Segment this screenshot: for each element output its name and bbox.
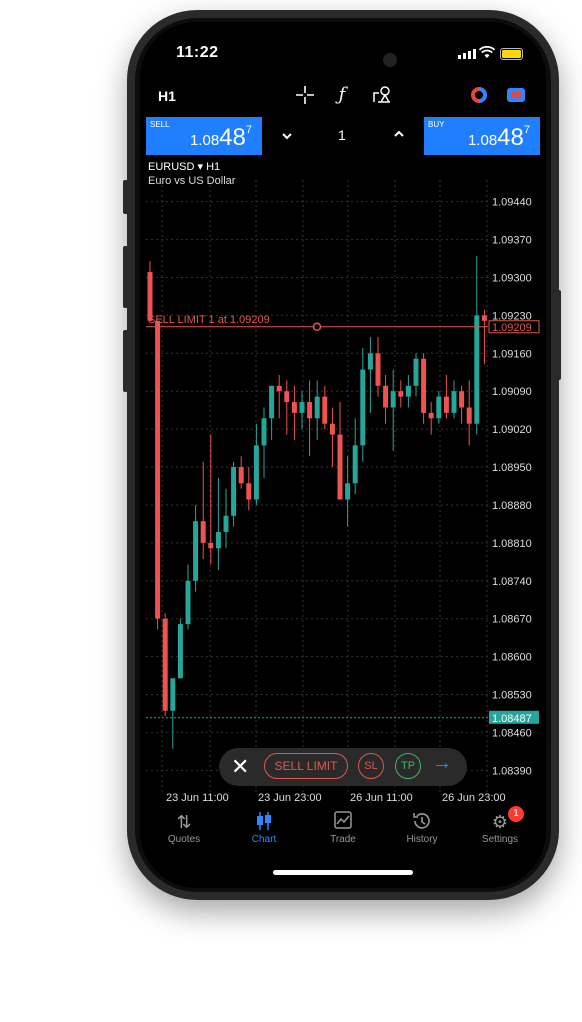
y-tick-label: 1.08530 xyxy=(492,690,532,702)
current-price-label: 1.08487 xyxy=(492,713,532,725)
candle-body xyxy=(253,445,259,500)
bottom-tab-bar: ⇅ Quotes Chart Trade History ⚙ Settings … xyxy=(140,806,546,870)
y-tick-label: 1.08670 xyxy=(492,614,532,626)
take-profit-button[interactable]: TP xyxy=(395,753,421,779)
home-indicator xyxy=(273,870,413,875)
history-clock-icon xyxy=(382,810,462,834)
candle-body xyxy=(238,467,244,484)
volume-down-button xyxy=(123,330,128,392)
y-tick-label: 1.09020 xyxy=(492,424,532,436)
candle-body xyxy=(155,320,161,619)
tab-label: Quotes xyxy=(167,834,201,845)
tab-label: History xyxy=(406,834,438,845)
arrow-right-icon[interactable]: → xyxy=(432,752,452,775)
order-line-label: SELL LIMIT 1 at 1.09209 xyxy=(148,314,270,326)
order-action-pill: ✕ SELL LIMIT SL TP → xyxy=(219,748,467,786)
order-price-label: 1.09209 xyxy=(492,322,532,334)
candle-body xyxy=(231,467,237,516)
y-tick-label: 1.08810 xyxy=(492,538,532,550)
candle-body xyxy=(398,391,404,397)
candle-body xyxy=(170,678,176,711)
candle-body xyxy=(269,385,275,419)
y-tick-label: 1.08880 xyxy=(492,500,532,512)
quotes-arrows-icon: ⇅ xyxy=(176,812,192,832)
candle-body xyxy=(405,385,411,397)
y-tick-label: 1.09370 xyxy=(492,235,532,247)
candle-body xyxy=(329,423,335,435)
candle-body xyxy=(162,618,168,711)
candle-body xyxy=(208,542,214,549)
candle-body xyxy=(314,396,320,419)
candle-body xyxy=(246,483,252,500)
sell-limit-button[interactable]: SELL LIMIT xyxy=(264,753,348,779)
candle-body xyxy=(223,515,229,533)
candle-body xyxy=(428,412,434,419)
close-order-button[interactable]: ✕ xyxy=(231,754,249,780)
candle-body xyxy=(345,483,351,500)
mute-switch xyxy=(123,180,128,214)
candle-body xyxy=(299,402,305,413)
candle-body xyxy=(177,624,183,679)
x-tick-label: 26 Jun 11:00 xyxy=(350,792,413,804)
candle-body xyxy=(421,358,427,413)
candle-body xyxy=(474,315,480,424)
candle-body xyxy=(337,434,343,500)
candle-body xyxy=(193,521,199,581)
candle-body xyxy=(291,402,297,413)
x-tick-label: 23 Jun 23:00 xyxy=(258,792,322,804)
candle-body xyxy=(307,402,313,419)
y-tick-label: 1.09300 xyxy=(492,272,532,284)
y-tick-label: 1.08460 xyxy=(492,727,532,739)
tab-trade[interactable]: Trade xyxy=(303,810,383,845)
candle-body xyxy=(383,385,389,408)
app-screen: 11:22 H1 ƒ SELL 1.08487 1 BUY 1.08487 EU… xyxy=(140,22,546,888)
tab-label: Chart xyxy=(251,834,277,845)
tab-label: Settings xyxy=(481,834,519,845)
volume-up-button xyxy=(123,246,128,308)
candle-body xyxy=(466,407,472,424)
y-tick-label: 1.08740 xyxy=(492,576,532,588)
y-tick-label: 1.08390 xyxy=(492,765,532,777)
candle-body xyxy=(443,396,449,413)
candle-body xyxy=(360,369,366,446)
candle-body xyxy=(200,521,206,543)
y-tick-label: 1.09090 xyxy=(492,386,532,398)
x-tick-label: 23 Jun 11:00 xyxy=(166,792,229,804)
notification-badge: 1 xyxy=(508,806,524,822)
y-tick-label: 1.08950 xyxy=(492,462,532,474)
tab-chart[interactable]: Chart xyxy=(224,810,304,845)
candle-body xyxy=(390,391,396,408)
gear-icon: ⚙ xyxy=(491,812,509,832)
power-button xyxy=(556,290,561,380)
y-tick-label: 1.09160 xyxy=(492,348,532,360)
candle-body xyxy=(276,385,282,392)
y-tick-label: 1.08600 xyxy=(492,652,532,664)
candle-body xyxy=(436,396,442,419)
candle-body xyxy=(284,391,290,403)
candle-body xyxy=(352,445,358,484)
order-line-handle xyxy=(312,322,322,332)
candle-body xyxy=(375,353,381,386)
candle-body xyxy=(413,358,419,386)
tab-label: Trade xyxy=(330,834,356,845)
candle-body xyxy=(481,315,487,321)
tab-quotes[interactable]: ⇅ Quotes xyxy=(144,810,224,845)
candle-body xyxy=(261,418,267,446)
candles-icon xyxy=(224,810,304,834)
tab-history[interactable]: History xyxy=(382,810,462,845)
y-tick-label: 1.09440 xyxy=(492,197,532,209)
candle-body xyxy=(451,391,457,413)
stop-loss-button[interactable]: SL xyxy=(358,753,384,779)
candle-body xyxy=(367,353,373,370)
candle-body xyxy=(215,532,221,549)
candle-body xyxy=(459,391,465,408)
trade-chart-icon xyxy=(303,810,383,834)
price-chart[interactable]: 1.094401.093701.093001.092301.091601.090… xyxy=(140,22,546,812)
x-tick-label: 26 Jun 23:00 xyxy=(442,792,506,804)
candle-body xyxy=(322,396,328,424)
tab-settings[interactable]: ⚙ Settings 1 xyxy=(460,806,540,845)
candle-body xyxy=(185,580,191,625)
